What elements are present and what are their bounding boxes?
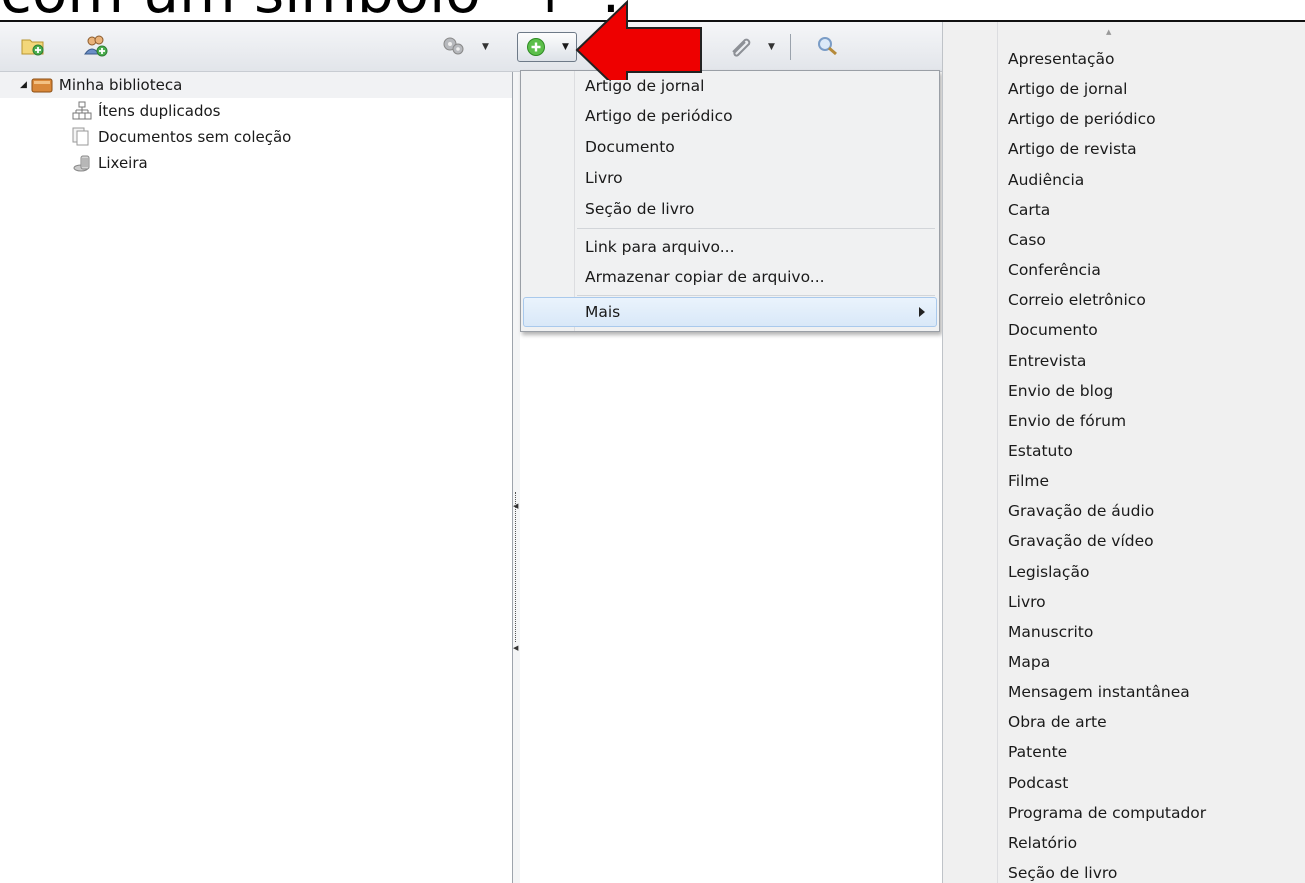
scroll-up-arrow-icon[interactable]: ▲ bbox=[1106, 28, 1111, 36]
submenu-item[interactable]: Mapa bbox=[1008, 652, 1050, 672]
submenu-item[interactable]: Podcast bbox=[1008, 773, 1068, 793]
submenu-item[interactable]: Conferência bbox=[1008, 260, 1101, 280]
tree-item-duplicates[interactable]: Ítens duplicados bbox=[72, 98, 220, 124]
submenu-item[interactable]: Envio de blog bbox=[1008, 381, 1113, 401]
submenu-arrow-icon bbox=[919, 307, 925, 317]
splitter-grip[interactable] bbox=[515, 492, 517, 642]
submenu-item[interactable]: Correio eletrônico bbox=[1008, 290, 1146, 310]
submenu-item[interactable]: Livro bbox=[1008, 592, 1046, 612]
trash-icon bbox=[72, 153, 92, 173]
submenu-item[interactable]: Artigo de revista bbox=[1008, 139, 1137, 159]
menu-item-document[interactable]: Documento bbox=[585, 132, 675, 162]
submenu-gutter bbox=[943, 22, 998, 883]
collections-pane: ◢ Minha biblioteca Ítens duplicados Docu… bbox=[0, 72, 512, 883]
submenu-item[interactable]: Envio de fórum bbox=[1008, 411, 1126, 431]
red-arrow-annotation bbox=[575, 0, 702, 80]
submenu-item[interactable]: Caso bbox=[1008, 230, 1046, 250]
submenu-item[interactable]: Gravação de áudio bbox=[1008, 501, 1154, 521]
submenu-item[interactable]: Artigo de jornal bbox=[1008, 79, 1127, 99]
splitter-arrow-icon[interactable]: ◀ bbox=[513, 644, 518, 652]
tree-item-label: Ítens duplicados bbox=[98, 102, 221, 120]
toolbar: ▼ ▼ ▼ bbox=[0, 22, 942, 72]
submenu-item[interactable]: Audiência bbox=[1008, 170, 1084, 190]
submenu-item[interactable]: Mensagem instantânea bbox=[1008, 682, 1190, 702]
folder-add-icon[interactable] bbox=[20, 33, 46, 59]
new-item-menu: Artigo de jornal Artigo de periódico Doc… bbox=[520, 70, 940, 332]
pane-splitter[interactable]: ◀ ◀ bbox=[513, 72, 520, 883]
submenu-item[interactable]: Relatório bbox=[1008, 833, 1077, 853]
unfiled-documents-icon bbox=[72, 127, 92, 147]
submenu-item[interactable]: Gravação de vídeo bbox=[1008, 531, 1154, 551]
attachment-dropdown-indicator[interactable]: ▼ bbox=[768, 42, 775, 52]
submenu-item[interactable]: Artigo de periódico bbox=[1008, 109, 1156, 129]
submenu-item[interactable]: Legislação bbox=[1008, 562, 1089, 582]
green-plus-icon bbox=[526, 37, 546, 61]
collapse-triangle-icon[interactable]: ◢ bbox=[20, 80, 27, 90]
menu-item-book[interactable]: Livro bbox=[585, 163, 623, 193]
new-item-button[interactable]: ▼ bbox=[517, 32, 577, 62]
group-add-icon[interactable] bbox=[84, 33, 110, 59]
menu-item-more[interactable]: Mais bbox=[585, 297, 620, 327]
library-icon bbox=[31, 77, 53, 93]
tree-item-label: Documentos sem coleção bbox=[98, 128, 292, 146]
submenu-item[interactable]: Manuscrito bbox=[1008, 622, 1093, 642]
menu-item-book-section[interactable]: Seção de livro bbox=[585, 194, 694, 224]
submenu-item[interactable]: Patente bbox=[1008, 742, 1067, 762]
tree-item-unfiled[interactable]: Documentos sem coleção bbox=[72, 124, 291, 150]
duplicate-items-icon bbox=[72, 101, 92, 121]
menu-separator bbox=[577, 228, 935, 229]
menu-separator bbox=[577, 295, 935, 296]
paperclip-icon[interactable] bbox=[728, 33, 754, 59]
gear-dropdown-indicator[interactable]: ▼ bbox=[482, 42, 489, 52]
submenu-item[interactable]: Programa de computador bbox=[1008, 803, 1206, 823]
toolbar-separator bbox=[790, 34, 791, 60]
submenu-item[interactable]: Estatuto bbox=[1008, 441, 1073, 461]
submenu-item[interactable]: Apresentação bbox=[1008, 49, 1115, 69]
submenu-item[interactable]: Documento bbox=[1008, 320, 1098, 340]
gear-icon[interactable] bbox=[440, 33, 466, 59]
tree-root-label: Minha biblioteca bbox=[58, 76, 183, 94]
tree-item-label: Lixeira bbox=[98, 154, 148, 172]
tree-root-row[interactable]: ◢ Minha biblioteca bbox=[0, 72, 512, 98]
submenu-item[interactable]: Filme bbox=[1008, 471, 1049, 491]
new-item-dropdown-icon: ▼ bbox=[562, 42, 569, 52]
tree-item-trash[interactable]: Lixeira bbox=[72, 150, 148, 176]
more-item-types-submenu: ▲ Apresentação Artigo de jornal Artigo de … bbox=[942, 22, 1305, 883]
magnifier-icon[interactable] bbox=[815, 33, 841, 59]
menu-item-store-file-copy[interactable]: Armazenar copiar de arquivo... bbox=[585, 262, 825, 292]
slide-headline: com um símbolo "+": bbox=[0, 0, 621, 22]
submenu-item[interactable]: Obra de arte bbox=[1008, 712, 1107, 732]
submenu-item[interactable]: Entrevista bbox=[1008, 351, 1086, 371]
menu-item-periodical-article[interactable]: Artigo de periódico bbox=[585, 101, 733, 131]
menu-item-link-file[interactable]: Link para arquivo... bbox=[585, 232, 735, 262]
submenu-item[interactable]: Seção de livro bbox=[1008, 863, 1117, 883]
menu-gutter bbox=[521, 71, 575, 331]
submenu-item[interactable]: Carta bbox=[1008, 200, 1050, 220]
